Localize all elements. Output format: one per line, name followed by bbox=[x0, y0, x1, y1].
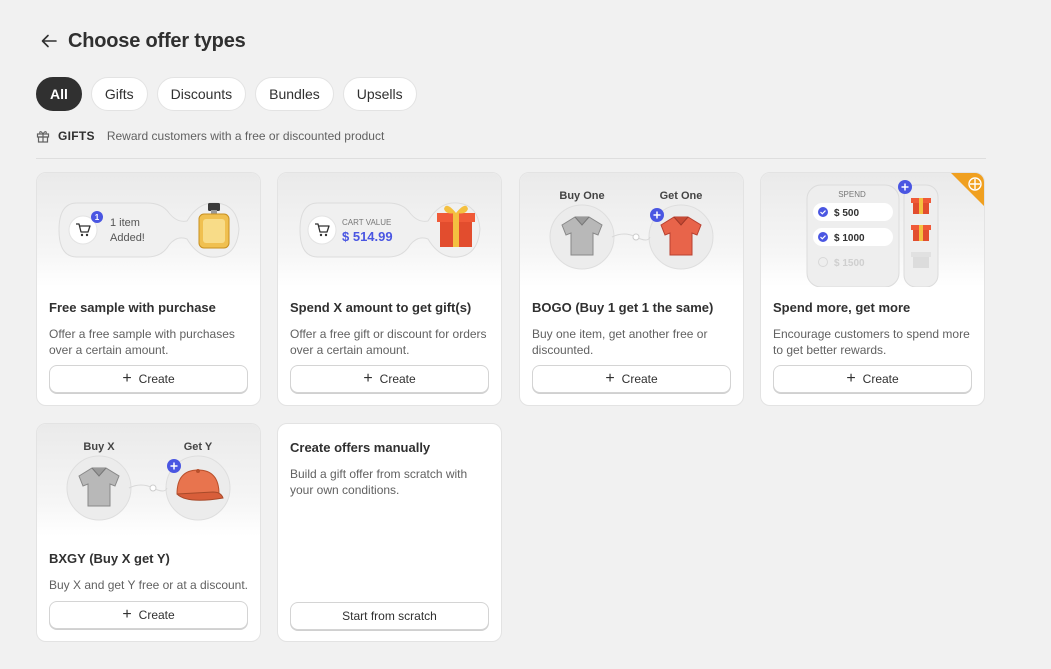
filter-tabs: All Gifts Discounts Bundles Upsells bbox=[36, 77, 417, 111]
card-illustration: Buy One Get One bbox=[520, 173, 743, 287]
gift-box-icon bbox=[911, 252, 931, 268]
cart-value-label: CART VALUE bbox=[342, 218, 391, 227]
plus-icon: + bbox=[122, 606, 132, 623]
create-button[interactable]: + Create bbox=[49, 601, 248, 629]
start-from-scratch-button[interactable]: Start from scratch bbox=[290, 602, 489, 630]
create-button[interactable]: + Create bbox=[773, 365, 972, 393]
buy-one-label: Buy One bbox=[559, 190, 604, 202]
create-button[interactable]: + Create bbox=[532, 365, 731, 393]
offer-card-free-sample: 1 1 item Added! Free sample with purchas… bbox=[36, 172, 261, 406]
section-title: GIFTS bbox=[58, 129, 95, 143]
tab-gifts[interactable]: Gifts bbox=[90, 77, 148, 111]
plus-icon: + bbox=[363, 370, 373, 387]
gifts-section-header: GIFTS Reward customers with a free or di… bbox=[36, 128, 986, 159]
gift-box-icon bbox=[911, 198, 931, 214]
create-button-label: Create bbox=[138, 372, 175, 386]
card-title: BXGY (Buy X get Y) bbox=[49, 551, 170, 566]
tab-all[interactable]: All bbox=[36, 77, 82, 111]
get-one-label: Get One bbox=[660, 190, 703, 202]
section-description: Reward customers with a free or discount… bbox=[106, 129, 385, 143]
gift-icon bbox=[36, 131, 50, 143]
offer-card-bxgy: Buy X Get Y BXGY (Buy X get Y) Buy X and… bbox=[36, 423, 261, 642]
get-y-label: Get Y bbox=[184, 441, 213, 453]
card-illustration: 1 1 item Added! bbox=[37, 173, 260, 287]
spend-label: SPEND bbox=[838, 190, 866, 199]
create-button-label: Create bbox=[379, 372, 416, 386]
tab-upsells[interactable]: Upsells bbox=[342, 77, 417, 111]
create-button-label: Create bbox=[138, 608, 175, 622]
card-description: Offer a free gift or discount for orders… bbox=[290, 327, 487, 357]
manual-title: Create offers manually bbox=[290, 440, 431, 455]
card-description: Offer a free sample with purchases over … bbox=[49, 327, 235, 357]
illus-line2: Added! bbox=[110, 232, 145, 244]
cart-icon bbox=[307, 215, 337, 245]
card-title: BOGO (Buy 1 get 1 the same) bbox=[532, 300, 714, 315]
tab-discounts[interactable]: Discounts bbox=[156, 77, 247, 111]
offer-card-spend-more: SPEND $ 500 $ 1000 $ 1500 Spend more, ge… bbox=[760, 172, 985, 406]
plus-icon: + bbox=[122, 370, 132, 387]
page-title: Choose offer types bbox=[68, 29, 246, 52]
offer-card-manual: Create offers manually Build a gift offe… bbox=[277, 423, 502, 642]
card-description: Buy X and get Y free or at a discount. bbox=[49, 578, 249, 592]
card-description: Encourage customers to spend more to get… bbox=[773, 327, 970, 357]
manual-description: Build a gift offer from scratch with you… bbox=[290, 467, 468, 497]
tier2: $ 1000 bbox=[834, 233, 865, 244]
offer-card-spend-x: CART VALUE $ 514.99 Spend X amount to ge… bbox=[277, 172, 502, 406]
card-illustration: Buy X Get Y bbox=[37, 424, 260, 536]
card-illustration: SPEND $ 500 $ 1000 $ 1500 bbox=[761, 173, 984, 288]
tier3: $ 1500 bbox=[834, 258, 865, 269]
create-button-label: Create bbox=[621, 372, 658, 386]
create-button[interactable]: + Create bbox=[49, 365, 248, 393]
back-button[interactable] bbox=[38, 30, 60, 52]
illus-line1: 1 item bbox=[110, 217, 140, 229]
plus-icon: + bbox=[605, 370, 615, 387]
card-title: Spend X amount to get gift(s) bbox=[290, 300, 472, 315]
back-arrow-icon bbox=[41, 34, 57, 48]
card-illustration: CART VALUE $ 514.99 bbox=[278, 173, 501, 287]
tier1: $ 500 bbox=[834, 208, 859, 219]
start-from-scratch-label: Start from scratch bbox=[342, 609, 437, 623]
create-button[interactable]: + Create bbox=[290, 365, 489, 393]
cart-value: $ 514.99 bbox=[342, 229, 393, 244]
buy-x-label: Buy X bbox=[83, 441, 115, 453]
card-title: Free sample with purchase bbox=[49, 300, 216, 315]
card-description: Buy one item, get another free or discou… bbox=[532, 327, 708, 357]
page-header: Choose offer types bbox=[38, 26, 246, 56]
cart-badge: 1 bbox=[95, 213, 100, 222]
tab-bundles[interactable]: Bundles bbox=[255, 77, 334, 111]
create-button-label: Create bbox=[862, 372, 899, 386]
plus-icon: + bbox=[846, 370, 856, 387]
sparkle-icon bbox=[968, 177, 982, 191]
gift-box-icon bbox=[911, 225, 931, 241]
card-title: Spend more, get more bbox=[773, 300, 911, 315]
offer-card-bogo: Buy One Get One BOGO (Buy 1 get 1 the sa… bbox=[519, 172, 744, 406]
